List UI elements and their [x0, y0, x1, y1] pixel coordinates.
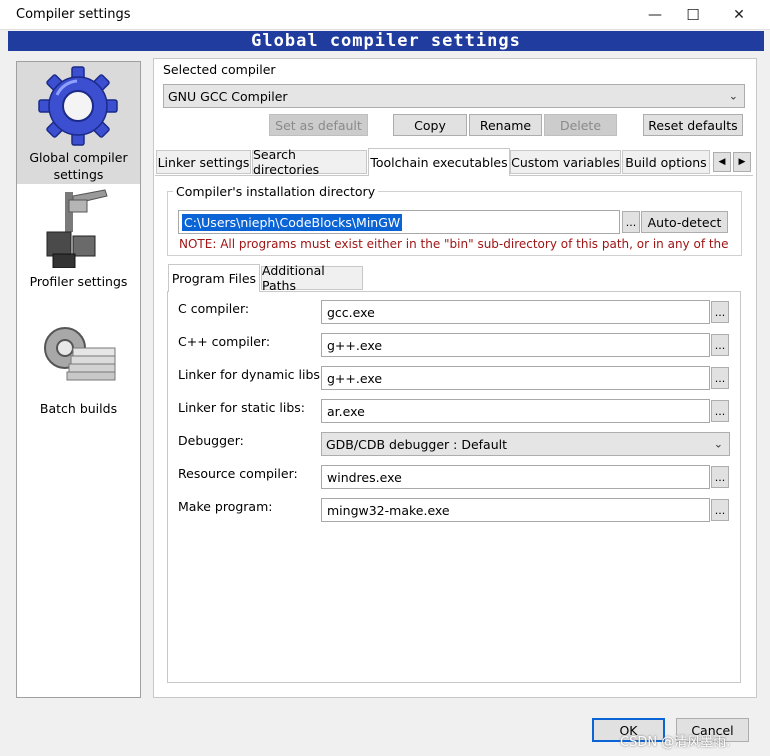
copy-button[interactable]: Copy: [393, 114, 467, 136]
tab-custom-variables[interactable]: Custom variables: [510, 150, 621, 174]
watermark: CSDN @清风墨雨.: [620, 735, 731, 750]
tab-additional-paths[interactable]: Additional Paths: [261, 263, 363, 293]
dynamic-linker-label: Linker for dynamic libs:: [178, 367, 325, 382]
batch-builds-icon: [44, 327, 116, 381]
sidebar-item-label: Global compiler settings: [29, 150, 128, 182]
window-title: Compiler settings: [16, 7, 131, 22]
resource-compiler-browse-button[interactable]: ...: [711, 466, 729, 488]
c-compiler-input[interactable]: gcc.exe: [321, 300, 710, 324]
sidebar-item-batch-builds[interactable]: Batch builds: [17, 318, 140, 418]
tab-scroll-right-icon[interactable]: ▶: [733, 152, 751, 172]
install-dir-value: C:\Users\nieph\CodeBlocks\MinGW: [182, 213, 403, 231]
c-compiler-label: C compiler:: [178, 301, 250, 316]
selected-compiler-label: Selected compiler: [163, 62, 276, 77]
make-program-label: Make program:: [178, 499, 273, 514]
make-program-input[interactable]: mingw32-make.exe: [321, 498, 710, 522]
tab-toolchain-executables[interactable]: Toolchain executables: [368, 148, 510, 176]
sidebar-item-profiler[interactable]: Profiler settings: [17, 188, 140, 294]
dynamic-linker-input[interactable]: g++.exe: [321, 366, 710, 390]
compiler-select-value: GNU GCC Compiler: [168, 88, 288, 104]
cpp-compiler-input[interactable]: g++.exe: [321, 333, 710, 357]
gear-icon: [38, 66, 118, 146]
static-linker-input[interactable]: ar.exe: [321, 399, 710, 423]
delete-button[interactable]: Delete: [544, 114, 617, 136]
resource-compiler-input[interactable]: windres.exe: [321, 465, 710, 489]
static-linker-label: Linker for static libs:: [178, 400, 306, 415]
auto-detect-button[interactable]: Auto-detect: [641, 211, 728, 233]
debugger-select-value: GDB/CDB debugger : Default: [326, 436, 508, 452]
browse-install-dir-button[interactable]: ...: [622, 211, 640, 233]
tab-search-directories[interactable]: Search directories: [252, 147, 367, 177]
sidebar-item-label: Profiler settings: [29, 274, 128, 289]
tab-scroll-left-icon[interactable]: ◀: [713, 152, 731, 172]
rename-button[interactable]: Rename: [469, 114, 542, 136]
chevron-down-icon: ⌄: [713, 437, 723, 451]
set-as-default-button[interactable]: Set as default: [269, 114, 368, 136]
debugger-label: Debugger:: [178, 433, 244, 448]
settings-sidebar: Global compiler settings Profiler settin…: [16, 61, 141, 698]
tab-linker-settings[interactable]: Linker settings: [156, 150, 251, 174]
maximize-button[interactable]: ☐: [670, 0, 716, 30]
compiler-select[interactable]: GNU GCC Compiler ⌄: [163, 84, 745, 108]
tab-program-files[interactable]: Program Files: [168, 264, 260, 292]
page-banner: Global compiler settings: [8, 31, 764, 51]
sidebar-item-global-compiler[interactable]: Global compiler settings: [17, 62, 140, 184]
chevron-down-icon: ⌄: [728, 89, 738, 103]
reset-defaults-button[interactable]: Reset defaults: [643, 114, 743, 136]
c-compiler-browse-button[interactable]: ...: [711, 301, 729, 323]
make-program-browse-button[interactable]: ...: [711, 499, 729, 521]
debugger-select[interactable]: GDB/CDB debugger : Default ⌄: [321, 432, 730, 456]
cpp-compiler-label: C++ compiler:: [178, 334, 271, 349]
static-linker-browse-button[interactable]: ...: [711, 400, 729, 422]
install-dir-note: NOTE: All programs must exist either in …: [179, 237, 729, 251]
install-dir-input[interactable]: C:\Users\nieph\CodeBlocks\MinGW: [178, 210, 620, 234]
profiler-icon: [46, 189, 108, 268]
close-button[interactable]: ✕: [716, 0, 762, 30]
cpp-compiler-browse-button[interactable]: ...: [711, 334, 729, 356]
tab-build-options[interactable]: Build options: [622, 150, 710, 174]
install-dir-label: Compiler's installation directory: [173, 184, 379, 199]
resource-compiler-label: Resource compiler:: [178, 466, 298, 481]
dynamic-linker-browse-button[interactable]: ...: [711, 367, 729, 389]
sidebar-item-label: Batch builds: [39, 401, 118, 416]
